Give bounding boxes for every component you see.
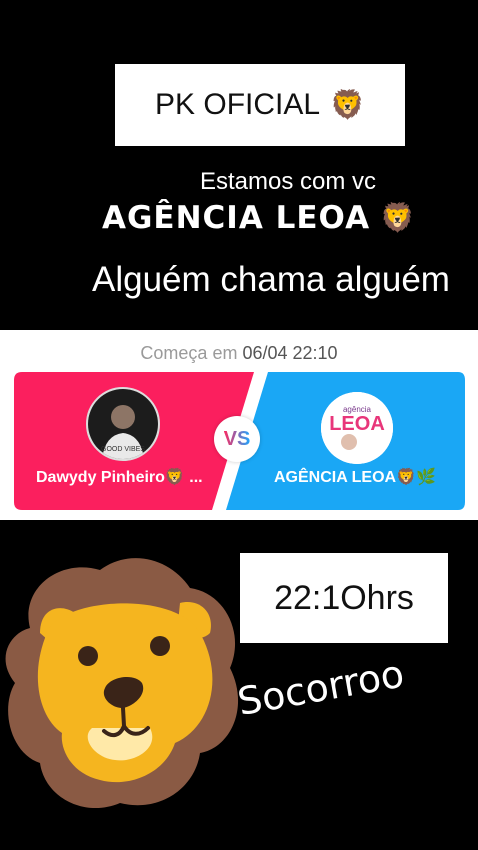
avatar-left-caption: GOOD VIBES [101, 446, 145, 453]
lion-sticker [5, 558, 239, 809]
title-box: PK OFICIAL 🦁 [115, 64, 405, 146]
subtitle-text: Estamos com vc [200, 168, 377, 195]
caption-text: Socorroo [234, 651, 408, 724]
call-to-action-text: Alguém chama alguém [92, 260, 450, 299]
time-box: 22:1Ohrs [240, 553, 448, 643]
agency-heading: AGÊNCIA LEOA 🦁 [102, 200, 416, 236]
avatar-right[interactable]: agência LEOA [321, 392, 393, 464]
title-text: PK OFICIAL [155, 88, 321, 121]
agency-heading-text: AGÊNCIA LEOA [102, 200, 371, 236]
avatar-left-image: GOOD VIBES [88, 389, 158, 459]
vs-badge: VS [214, 416, 260, 462]
right-streamer-name[interactable]: AGÊNCIA LEOA🦁🌿 [274, 467, 436, 487]
time-text: 22:1Ohrs [274, 578, 414, 617]
lion-icon: 🦁 [380, 201, 416, 234]
agency-logo-main: LEOA [329, 413, 385, 435]
avatar-left[interactable]: GOOD VIBES [86, 387, 160, 461]
vs-text: VS [223, 427, 251, 450]
left-streamer-name[interactable]: Dawydy Pinheiro🦁 ... [36, 467, 212, 487]
agency-logo: agência LEOA [321, 392, 393, 464]
lion-icon: 🦁 [330, 89, 365, 120]
